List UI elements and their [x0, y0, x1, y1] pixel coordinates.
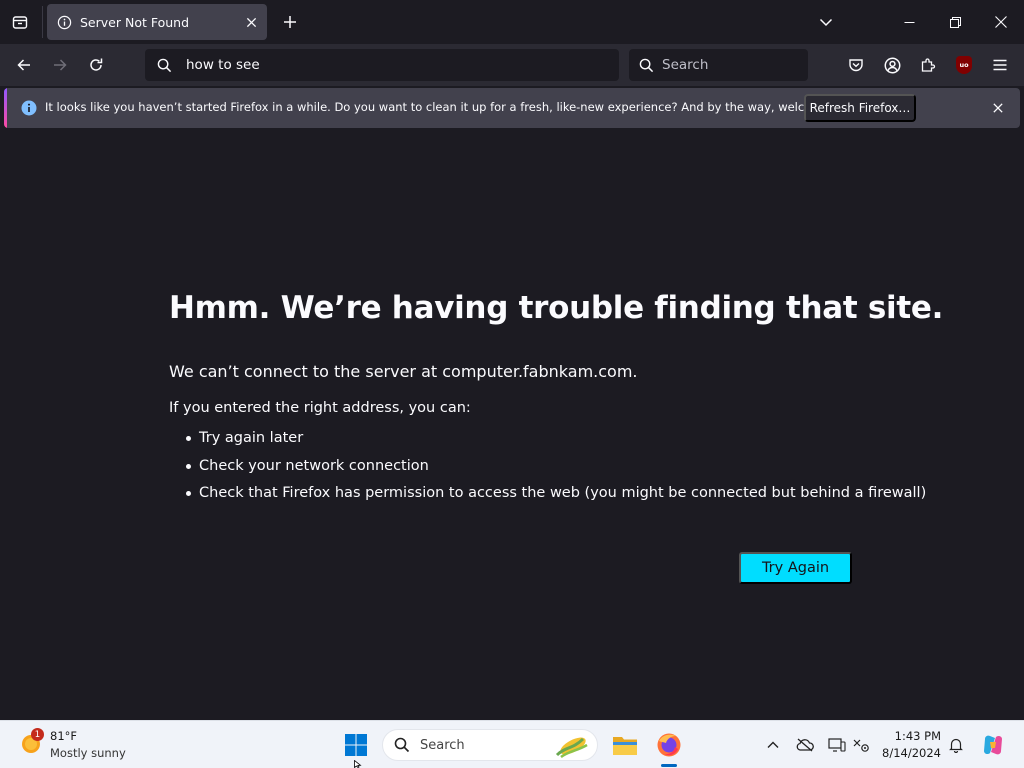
pocket-icon: [849, 59, 863, 72]
arrow-left-icon: [17, 59, 30, 71]
close-window-button[interactable]: [981, 6, 1021, 38]
tab-close-button[interactable]: [238, 9, 264, 35]
error-hint: If you entered the right address, you ca…: [169, 400, 471, 416]
tab-server-not-found[interactable]: Server Not Found: [47, 4, 267, 40]
account-icon: [884, 57, 900, 73]
plus-icon: [284, 16, 296, 28]
search-icon: [394, 737, 410, 753]
onedrive-button[interactable]: [795, 735, 815, 755]
weather-temperature: 81°F: [50, 729, 77, 743]
address-bar[interactable]: how to see: [145, 49, 619, 81]
close-icon: [993, 103, 1003, 113]
tab-title: Server Not Found: [80, 14, 190, 30]
chevron-up-icon: [767, 741, 779, 748]
clock-time[interactable]: 1:43 PM: [885, 729, 941, 743]
list-item: Check that Firefox has permission to acc…: [169, 483, 926, 511]
puzzle-icon: [921, 58, 936, 72]
reload-icon: [90, 58, 103, 71]
restore-icon: [949, 16, 961, 28]
copilot-button[interactable]: [980, 732, 1006, 758]
close-icon: [246, 17, 256, 27]
tab-strip: Server Not Found: [0, 0, 1024, 44]
search-bar[interactable]: Search: [629, 49, 808, 81]
clock-date[interactable]: 8/14/2024: [880, 746, 941, 760]
notification-accent-bar: [4, 88, 7, 128]
notifications-button[interactable]: [946, 735, 966, 755]
copilot-icon: [984, 735, 1002, 755]
close-icon: [995, 16, 1007, 28]
notification-close-button[interactable]: [988, 98, 1008, 118]
minimize-icon: [904, 21, 914, 23]
windows-logo-icon: [345, 734, 367, 756]
reload-button[interactable]: [81, 50, 111, 80]
taskbar-search[interactable]: Search: [382, 729, 598, 761]
active-app-indicator: [661, 764, 677, 767]
chevron-down-icon: [819, 18, 833, 27]
bell-icon: [949, 738, 963, 753]
tab-manager-button[interactable]: [6, 8, 34, 36]
restore-button[interactable]: [935, 6, 975, 38]
file-explorer-button[interactable]: [607, 727, 643, 763]
address-text[interactable]: how to see: [186, 57, 260, 73]
tab-manager-icon: [12, 16, 28, 29]
error-title: Hmm. We’re having trouble finding that s…: [169, 290, 944, 326]
cloud-offline-icon: [796, 738, 814, 752]
corn-highlight-icon: [555, 737, 588, 759]
weather-badge: 1: [31, 728, 44, 741]
ublock-origin-button[interactable]: uo: [949, 50, 979, 80]
list-item: Try again later: [169, 428, 869, 456]
windows-taskbar: 1 81°F Mostly sunny Search 1:43 PM 8/14/…: [0, 720, 1024, 768]
account-button[interactable]: [877, 50, 907, 80]
navigation-toolbar: how to see Search uo: [0, 44, 1024, 86]
forward-button[interactable]: [45, 50, 75, 80]
weather-condition: Mostly sunny: [50, 746, 126, 760]
ublock-shield-icon: uo: [956, 56, 972, 74]
notification-message: It looks like you haven’t started Firefo…: [45, 100, 866, 114]
start-button[interactable]: [340, 729, 372, 761]
hamburger-menu-icon: [993, 59, 1007, 71]
network-settings-icon: [853, 739, 869, 752]
mouse-cursor-icon: [354, 760, 362, 768]
network-volume-button[interactable]: [852, 735, 872, 755]
search-placeholder: Search: [662, 57, 709, 73]
try-again-button[interactable]: Try Again: [739, 552, 852, 584]
search-icon: [639, 58, 654, 72]
list-all-tabs-button[interactable]: [812, 8, 840, 36]
back-button[interactable]: [9, 50, 39, 80]
firefox-taskbar-button[interactable]: [651, 727, 687, 763]
refresh-firefox-notification: It looks like you haven’t started Firefo…: [4, 88, 1020, 128]
info-icon: [57, 15, 72, 29]
minimize-button[interactable]: [889, 6, 929, 38]
folder-icon: [613, 737, 637, 755]
suggestion-list: Try again later Check your network conne…: [169, 428, 926, 511]
pocket-button[interactable]: [841, 50, 871, 80]
display-button[interactable]: [827, 735, 847, 755]
taskbar-search-placeholder: Search: [420, 737, 465, 753]
extensions-button[interactable]: [913, 50, 943, 80]
tab-separator: [42, 6, 43, 38]
search-icon: [157, 58, 172, 72]
monitor-phone-icon: [828, 738, 846, 752]
show-hidden-icons-button[interactable]: [763, 735, 783, 755]
error-page: Hmm. We’re having trouble finding that s…: [169, 290, 944, 511]
arrow-right-icon: [54, 59, 67, 71]
new-tab-button[interactable]: [276, 8, 304, 36]
refresh-firefox-button[interactable]: Refresh Firefox…: [804, 94, 916, 122]
firefox-icon: [657, 733, 681, 757]
menu-button[interactable]: [985, 50, 1015, 80]
list-item: Check your network connection: [169, 456, 869, 484]
info-icon: [21, 100, 37, 116]
error-description: We can’t connect to the server at comput…: [169, 362, 638, 381]
